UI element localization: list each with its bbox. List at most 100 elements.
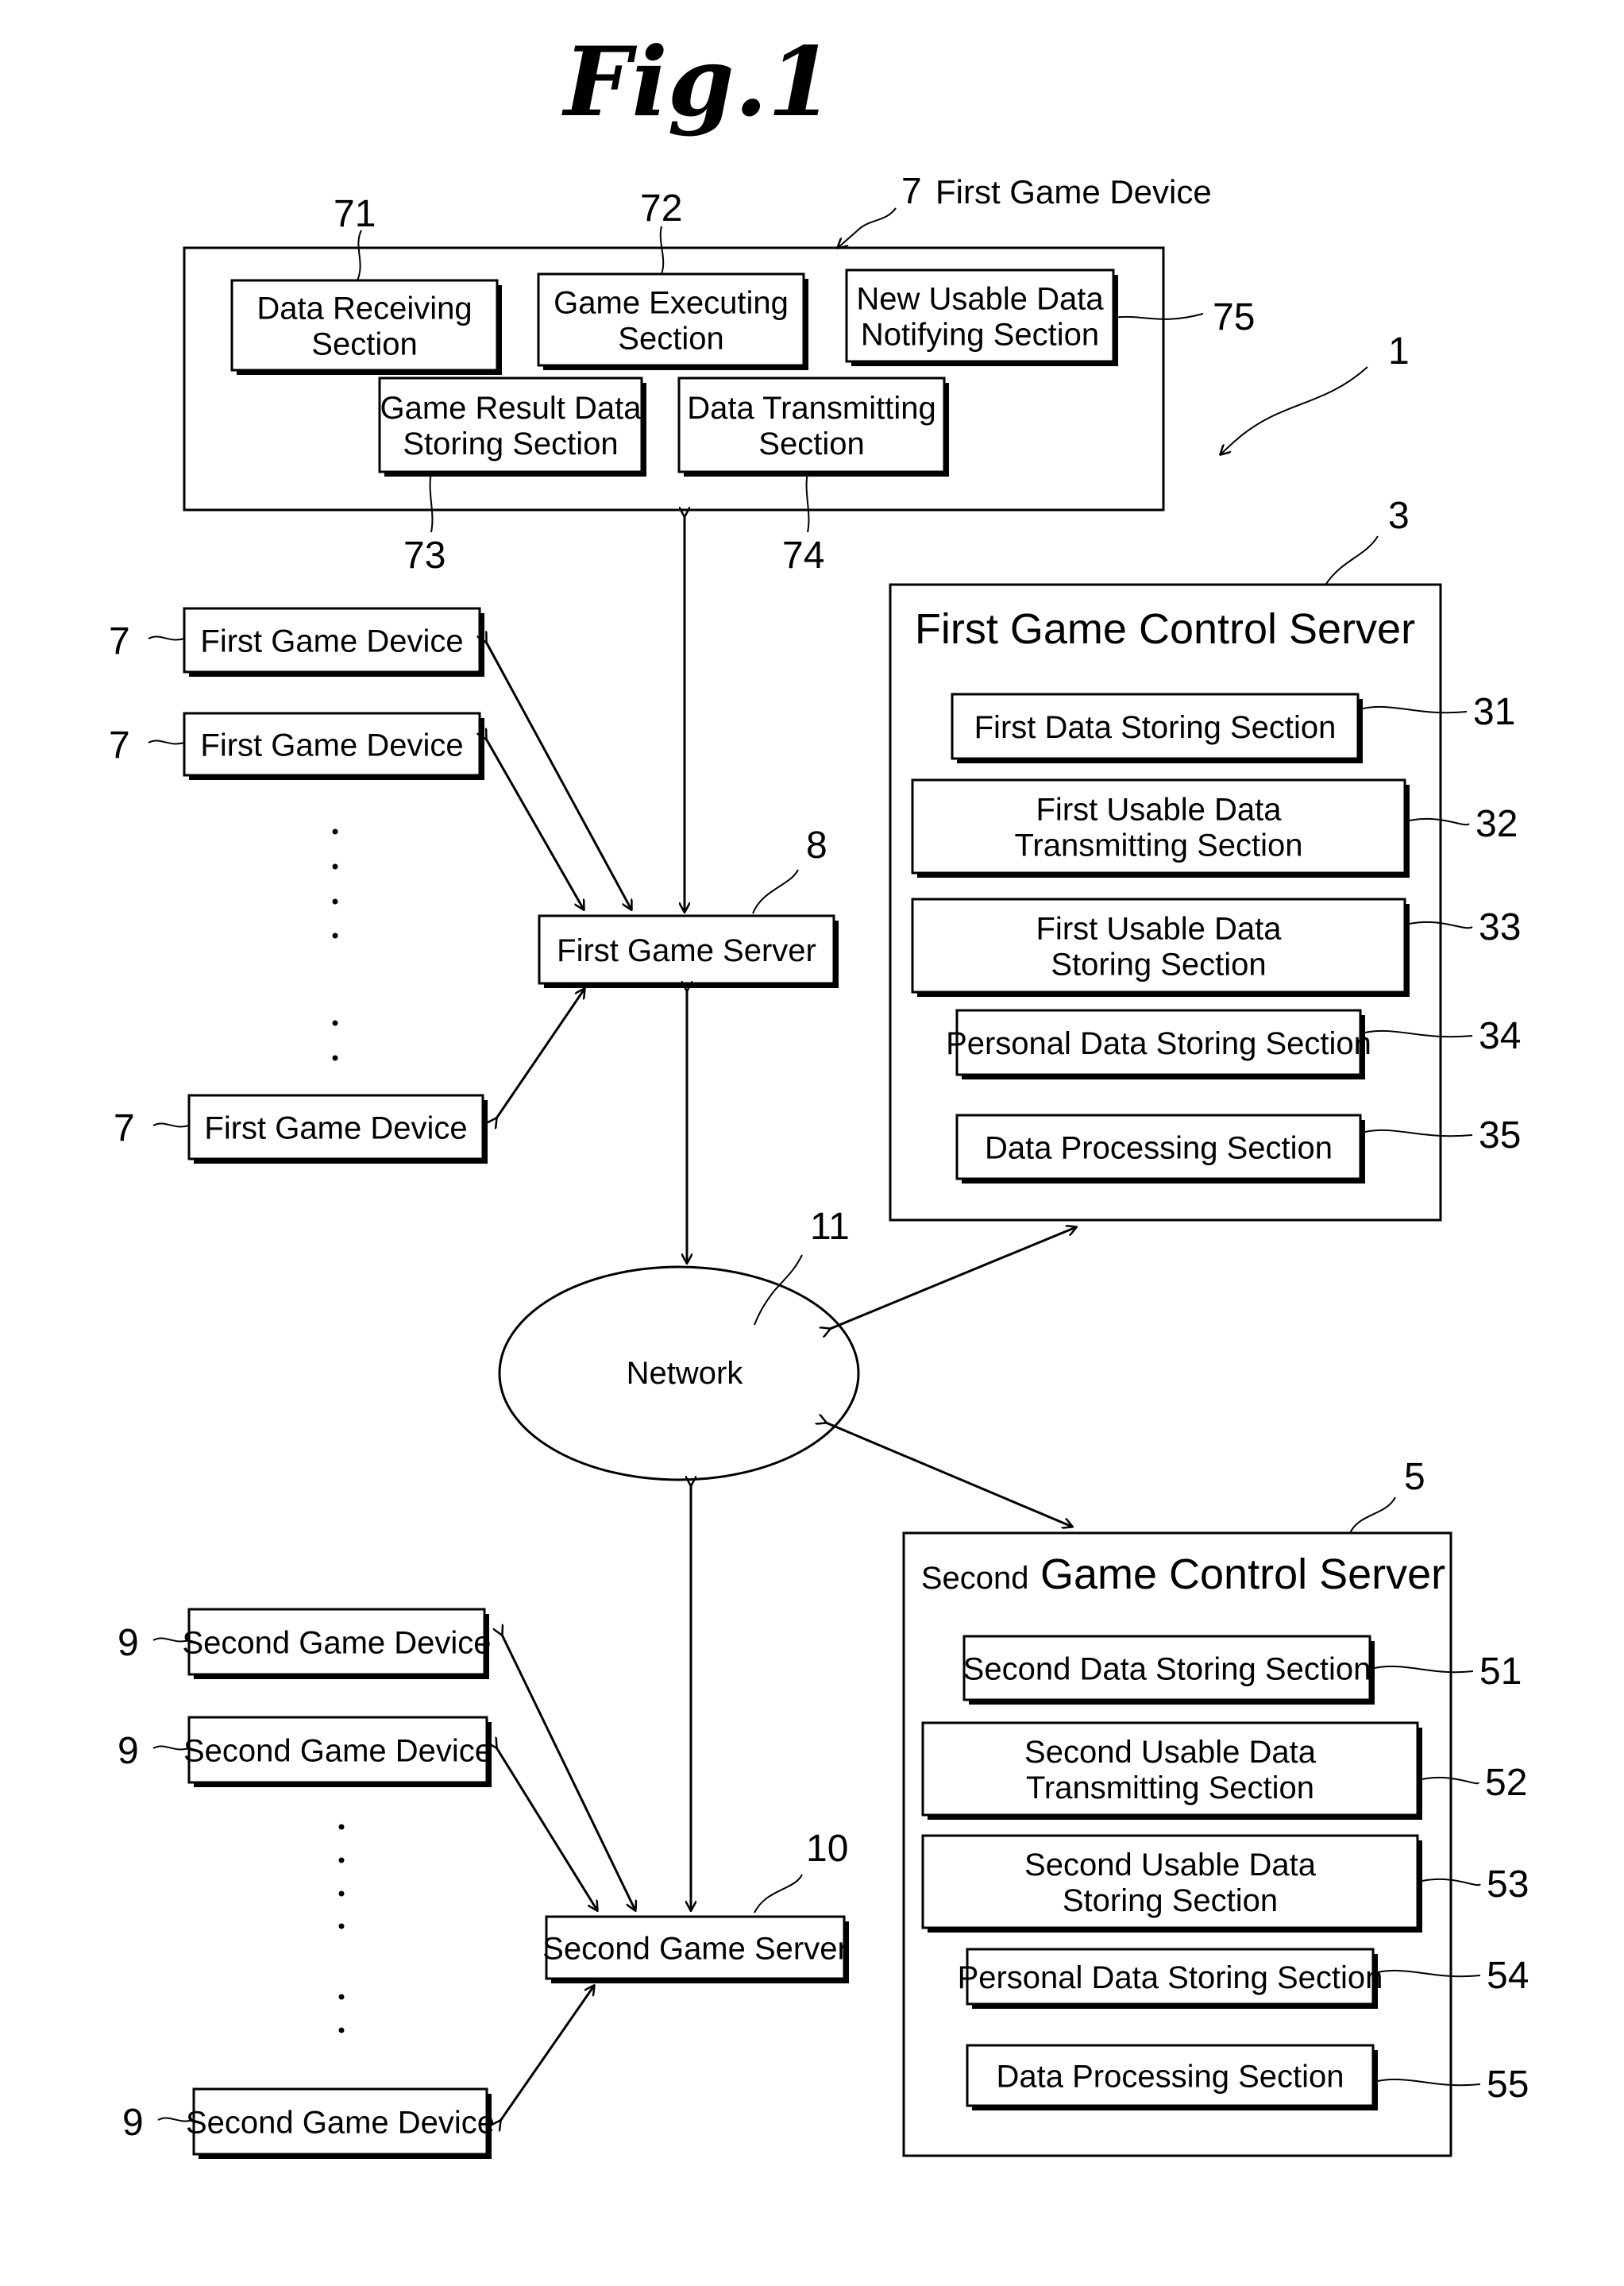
device-section-71-label-line: Data Receiving [257, 292, 472, 326]
device-section-ref-74-leader [805, 472, 810, 533]
first-control-section-34-label-line: Personal Data Storing Section [946, 1026, 1371, 1061]
first-game-server-label-line: First Game Server [557, 933, 816, 968]
second-game-device-2: Second Game Device [183, 1716, 492, 1787]
link-network-to-second-control-server [826, 1423, 1072, 1527]
device-section-73-label-line: Game Result Data [380, 391, 642, 426]
first-game-device-ref-arrow [838, 207, 897, 248]
device-section-ref-71-leader [357, 230, 362, 281]
device-section-ref-74: 74 [782, 535, 824, 577]
second-game-device-1-ref: 9 [118, 1622, 139, 1664]
device-section-74-label-line: Data Transmitting [687, 391, 935, 426]
second-game-device-2-label-line: Second Game Device [183, 1733, 492, 1768]
link-second-device-3-to-server [500, 1986, 594, 2121]
first-game-server-ref: 8 [806, 824, 827, 867]
second-game-server-ref: 10 [806, 1828, 848, 1870]
device-section-72-label-line: Game Executing [554, 286, 789, 321]
device-section-75-label-line: Notifying Section [861, 317, 1099, 352]
second-control-section-53: Second Usable DataStoring Section [921, 1834, 1422, 1933]
second-control-section-ref-54: 54 [1487, 1955, 1529, 1997]
first-control-section-34: Personal Data Storing Section [946, 1009, 1371, 1079]
system-ref-label: 1 [1388, 330, 1410, 373]
device-section-75: New Usable DataNotifying Section [845, 268, 1118, 366]
second-control-section-ref-55-leader [1377, 2078, 1481, 2087]
device-section-73: Game Result DataStoring Section [378, 376, 646, 477]
device-section-ref-72: 72 [640, 187, 682, 230]
second-control-section-54-label-line: Personal Data Storing Section [958, 1960, 1383, 1995]
link-second-device-2-to-server [496, 1747, 597, 1910]
first-game-server: First Game Server [538, 914, 839, 988]
second-game-control-server-ref: 5 [1404, 1456, 1425, 1498]
second-control-section-53-label-line: Second Usable Data [1024, 1848, 1317, 1882]
first-control-section-33-label-line: Storing Section [1051, 947, 1266, 982]
first-control-section-32-label-line: Transmitting Section [1014, 828, 1302, 863]
device-section-ref-72-leader [659, 226, 665, 275]
first-game-control-server-ref-leader [1325, 535, 1379, 585]
first-control-section-ref-32: 32 [1475, 803, 1518, 845]
system-ref-pointer-arrow [1221, 366, 1368, 454]
first-game-device-2-ref: 7 [109, 724, 130, 767]
second-game-control-server-title: Second Game Control Server [921, 1550, 1445, 1598]
device-section-71-label-line: Section [311, 326, 417, 361]
second-game-device-3-label-line: Second Game Device [186, 2105, 495, 2140]
first-game-device-2-label-line: First Game Device [200, 728, 463, 763]
first-game-control-server-ref: 3 [1388, 495, 1410, 537]
second-control-section-52: Second Usable DataTransmitting Section [921, 1721, 1422, 1820]
device-section-ref-73-leader [429, 472, 434, 533]
second-control-section-55-label-line: Data Processing Section [996, 2059, 1344, 2094]
link-first-device-2-to-server [486, 739, 584, 909]
device-section-ref-73: 73 [403, 535, 446, 577]
second-control-section-ref-51-leader [1374, 1665, 1474, 1674]
first-control-section-ref-34: 34 [1479, 1015, 1521, 1057]
first-game-device-3-label-line: First Game Device [204, 1110, 467, 1145]
first-control-section-32-label-line: First Usable Data [1036, 793, 1283, 828]
second-game-device-2-ref: 9 [118, 1730, 139, 1772]
link-network-to-first-control-server [830, 1227, 1076, 1329]
first-control-section-35-label-line: Data Processing Section [985, 1130, 1333, 1165]
device-section-74-label-line: Section [758, 427, 864, 461]
second-control-section-54: Personal Data Storing Section [958, 1948, 1383, 2009]
device-section-74: Data TransmittingSection [677, 376, 949, 477]
second-game-device-1-label-line: Second Game Device [182, 1625, 491, 1660]
second-control-section-51: Second Data Storing Section [962, 1635, 1375, 1705]
device-section-75-label-line: New Usable Data [856, 282, 1104, 317]
second-control-section-52-label-line: Second Usable Data [1024, 1735, 1317, 1770]
first-game-device-2-ref-leader [148, 739, 185, 745]
second-control-section-ref-52: 52 [1485, 1762, 1527, 1804]
second-control-section-ref-55: 55 [1487, 2064, 1529, 2106]
device-section-ref-75: 75 [1213, 296, 1255, 338]
second-control-section-ref-51: 51 [1479, 1651, 1522, 1693]
first-control-section-35: Data Processing Section [955, 1114, 1365, 1184]
first-game-control-server-title: First Game Control Server [915, 605, 1415, 653]
first-control-section-ref-31: 31 [1473, 691, 1515, 733]
second-game-control-server-title-main: Game Control Server [1040, 1550, 1445, 1598]
first-control-section-33-label-line: First Usable Data [1036, 912, 1283, 947]
first-game-server-ref-leader [752, 869, 799, 914]
first-game-device-1-ref: 7 [109, 620, 130, 662]
first-game-device-3-ref: 7 [114, 1107, 135, 1149]
first-game-device-caption: First Game Device [935, 173, 1212, 210]
first-game-device-ref: 7 [901, 170, 922, 211]
second-game-device-1: Second Game Device [182, 1608, 492, 1679]
first-game-device-3: First Game Device [187, 1094, 488, 1164]
network-ref-leader [754, 1254, 803, 1326]
device-section-72-label-line: Section [618, 321, 723, 356]
second-game-server-label-line: Second Game Server [542, 1931, 848, 1966]
first-control-section-ref-33: 33 [1479, 906, 1521, 948]
first-control-section-ref-35: 35 [1479, 1114, 1521, 1157]
link-second-device-1-to-server [502, 1635, 635, 1910]
second-control-section-52-label-line: Transmitting Section [1026, 1770, 1314, 1805]
second-control-section-ref-53: 53 [1487, 1863, 1529, 1906]
first-game-device-2: First Game Device [183, 712, 484, 780]
second-game-server: Second Game Server [542, 1915, 849, 1983]
second-game-control-server-title-prefix: Second [921, 1561, 1029, 1596]
first-control-section-33: First Usable DataStoring Section [911, 898, 1410, 997]
figure-title: Fig.1 [561, 26, 834, 138]
first-game-device-1: First Game Device [183, 607, 484, 677]
device-section-73-label-line: Storing Section [403, 427, 618, 461]
second-control-section-55: Data Processing Section [966, 2044, 1378, 2110]
first-game-device-1-label-line: First Game Device [200, 624, 463, 658]
device-section-71: Data ReceivingSection [230, 279, 502, 375]
system-block-diagram: Fig.1 1 7 First Game Device Data Receivi… [109, 26, 1529, 2159]
device-section-ref-71: 71 [334, 193, 376, 235]
network-label: Network [627, 1356, 744, 1391]
